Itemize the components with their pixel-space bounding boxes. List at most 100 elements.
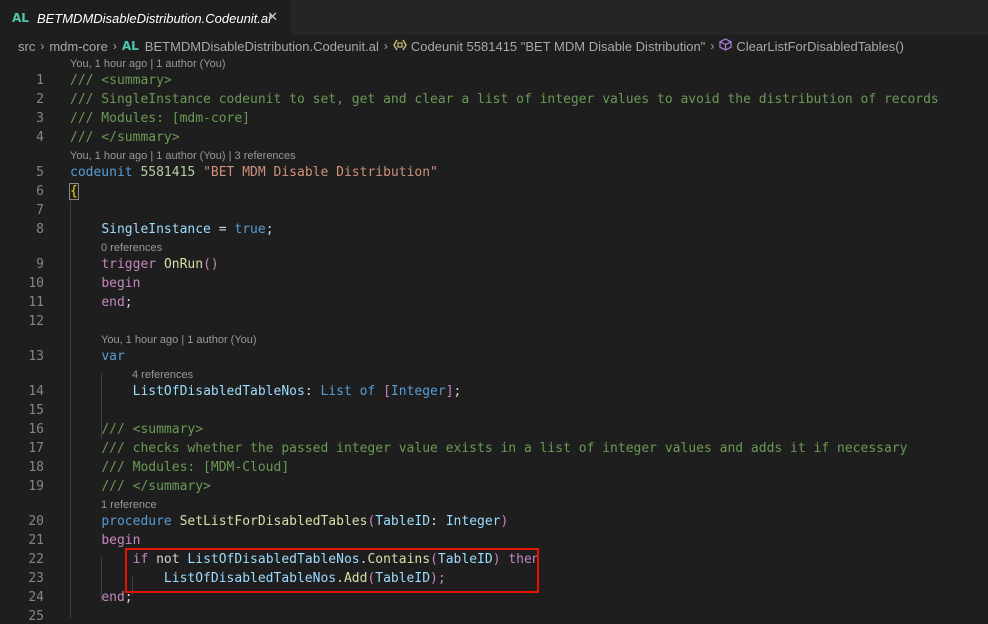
punctuation: ;	[453, 384, 462, 399]
code-line: /// </summary>	[70, 130, 180, 145]
breadcrumb-item-codeunit[interactable]: Codeunit 5581415 "BET MDM Disable Distri…	[411, 39, 705, 54]
line-number: 25	[28, 609, 44, 624]
codelens-blame[interactable]: You, 1 hour ago | 1 author (You)	[101, 334, 257, 346]
breadcrumb-item-mdm-core[interactable]: mdm-core	[49, 39, 108, 54]
codelens-references[interactable]: 0 references	[101, 242, 162, 254]
line-number: 24	[28, 590, 44, 605]
line-number: 15	[28, 403, 44, 418]
line-number: 21	[28, 533, 44, 548]
close-icon[interactable]: ✕	[267, 10, 278, 25]
code-line: /// </summary>	[70, 479, 211, 494]
code-line: procedure SetListForDisabledTables(Table…	[70, 514, 508, 529]
keyword: procedure	[101, 514, 172, 529]
line-number: 11	[28, 295, 44, 310]
editor-tab[interactable]: AL BETMDMDisableDistribution.Codeunit.al…	[0, 0, 290, 35]
code-line: trigger OnRun()	[70, 257, 219, 272]
punctuation: ;	[124, 295, 133, 310]
function-name: SetListForDisabledTables	[179, 514, 368, 529]
keyword: begin	[101, 533, 141, 548]
tab-bar: AL BETMDMDisableDistribution.Codeunit.al…	[0, 0, 988, 35]
line-number: 4	[36, 130, 44, 145]
line-number: 2	[36, 92, 44, 107]
punctuation: ;	[265, 222, 274, 237]
chevron-right-icon: ›	[40, 39, 45, 53]
code-line: end;	[70, 590, 132, 605]
parameter: TableID	[375, 514, 431, 529]
code-line: begin	[70, 533, 140, 548]
identifier: ListOfDisabledTableNos	[132, 384, 305, 399]
operator: =	[210, 222, 235, 237]
al-file-icon: AL	[12, 11, 29, 25]
breadcrumb-item-src[interactable]: src	[18, 39, 35, 54]
code-line: end;	[70, 295, 133, 310]
line-number: 13	[28, 349, 44, 364]
bracket: {	[69, 183, 79, 200]
keyword: end	[101, 590, 125, 605]
breadcrumb-item-procedure[interactable]: ClearListForDisabledTables()	[736, 39, 904, 54]
line-number: 12	[28, 314, 44, 329]
chevron-right-icon: ›	[383, 39, 388, 53]
code-line: /// <summary>	[70, 73, 172, 88]
red-highlight-annotation	[125, 548, 539, 593]
codelens-references[interactable]: You, 1 hour ago | 1 author (You) | 3 ref…	[70, 150, 296, 162]
identifier: SingleInstance	[101, 222, 211, 237]
code-line: ListOfDisabledTableNos: List of [Integer…	[70, 384, 462, 399]
keyword: trigger	[101, 257, 157, 272]
line-number: 23	[28, 571, 44, 586]
punctuation: :	[304, 384, 321, 399]
codelens-references[interactable]: 4 references	[132, 369, 193, 381]
comment: /// checks whether the passed integer va…	[101, 441, 908, 456]
line-number: 5	[36, 165, 44, 180]
type-name: Integer	[445, 514, 501, 529]
chevron-right-icon: ›	[710, 39, 715, 53]
line-number: 7	[36, 203, 44, 218]
number-literal: 5581415	[140, 165, 196, 180]
bracket: ]	[445, 384, 454, 399]
line-number: 17	[28, 441, 44, 456]
code-line: /// <summary>	[70, 422, 203, 437]
code-line: {	[69, 183, 79, 200]
chevron-right-icon: ›	[112, 39, 117, 53]
code-line: /// Modules: [mdm-core]	[70, 111, 251, 126]
keyword: List	[320, 384, 352, 399]
line-number: 9	[36, 257, 44, 272]
code-line: /// SingleInstance codeunit to set, get …	[70, 92, 939, 107]
comment: /// </summary>	[101, 479, 211, 494]
line-number: 19	[28, 479, 44, 494]
type-name: Integer	[390, 384, 446, 399]
line-number: 3	[36, 111, 44, 126]
bracket: [	[383, 384, 391, 399]
code-line: /// checks whether the passed integer va…	[70, 441, 907, 456]
code-editor[interactable]: You, 1 hour ago | 1 author (You) You, 1 …	[0, 57, 988, 624]
line-number: 1	[36, 73, 44, 88]
keyword: end	[101, 295, 125, 310]
breadcrumb-item-file[interactable]: BETMDMDisableDistribution.Codeunit.al	[145, 39, 379, 54]
line-number: 10	[28, 276, 44, 291]
line-number: 20	[28, 514, 44, 529]
keyword: of	[359, 384, 376, 399]
line-number: 8	[36, 222, 44, 237]
code-line: var	[70, 349, 125, 364]
al-file-icon: AL	[121, 39, 139, 53]
keyword: var	[101, 349, 125, 364]
comment: /// Modules: [MDM-Cloud]	[101, 460, 290, 475]
code-line: begin	[70, 276, 140, 291]
line-number: 16	[28, 422, 44, 437]
string-literal: "BET MDM Disable Distribution"	[203, 165, 438, 180]
codelens-references[interactable]: 1 reference	[101, 499, 157, 511]
code-line: codeunit 5581415 "BET MDM Disable Distri…	[70, 165, 438, 180]
punctuation: :	[430, 514, 446, 529]
function-name: OnRun	[163, 257, 204, 272]
tab-title: BETMDMDisableDistribution.Codeunit.al	[36, 10, 272, 26]
line-number: 14	[28, 384, 44, 399]
keyword: true	[234, 222, 266, 237]
line-number: 18	[28, 460, 44, 475]
breadcrumb: src › mdm-core › AL BETMDMDisableDistrib…	[0, 35, 988, 57]
codeunit-icon	[393, 39, 407, 54]
method-cube-icon	[719, 38, 732, 54]
codelens-blame[interactable]: You, 1 hour ago | 1 author (You)	[70, 58, 226, 70]
punctuation: ()	[203, 257, 219, 272]
comment: /// <summary>	[101, 422, 204, 437]
line-number: 22	[28, 552, 44, 567]
code-line: SingleInstance = true;	[70, 222, 274, 237]
